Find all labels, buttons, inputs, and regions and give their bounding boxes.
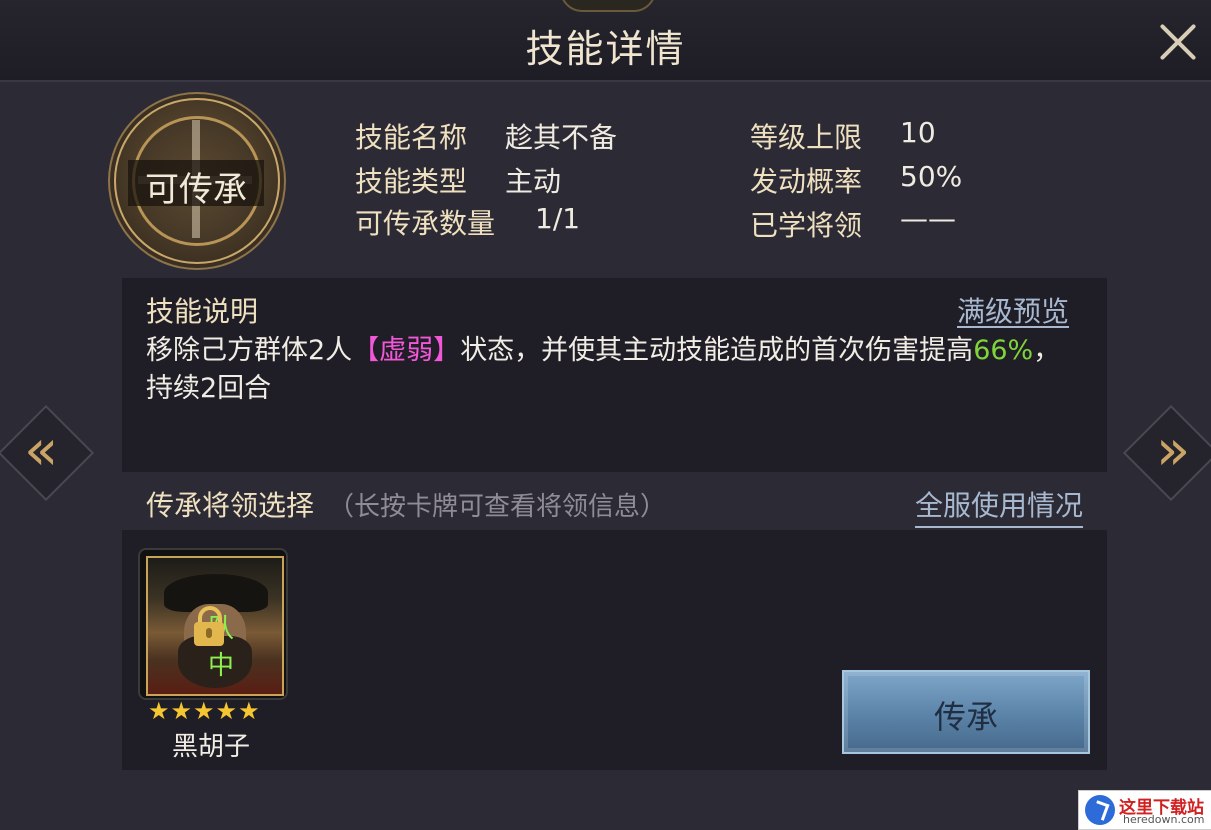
inherit-button-label: 传承 — [933, 698, 998, 736]
site-watermark: 这里下载站 heredown.com — [1078, 790, 1211, 830]
watermark-url: heredown.com — [1123, 813, 1205, 826]
chevron-right-icon: » — [1156, 418, 1191, 483]
desc-part-2: 状态，并使其主动技能造成的首次伤害提高 — [460, 335, 974, 366]
max-level-preview-link[interactable]: 满级预览 — [957, 290, 1069, 330]
general-name: 黑胡子 — [171, 732, 250, 762]
header-bar: 技能详情 — [0, 0, 1211, 82]
page-title: 技能详情 — [525, 27, 686, 71]
lock-icon — [194, 606, 224, 646]
level-cap-label: 等级上限 — [750, 121, 863, 154]
chevron-left-icon: « — [24, 418, 59, 483]
skill-name-value: 趁其不备 — [505, 121, 618, 154]
inherit-count-label: 可传承数量 — [355, 207, 496, 240]
description-text: 移除己方群体2人【虚弱】状态，并使其主动技能造成的首次伤害提高66%，持续2回合 — [146, 332, 1086, 408]
close-button[interactable] — [1152, 16, 1204, 68]
learned-generals-label: 已学将领 — [750, 209, 863, 242]
description-title: 技能说明 — [146, 295, 259, 328]
skill-name-label: 技能名称 — [355, 121, 468, 154]
inherit-count-value: 1/1 — [535, 202, 581, 235]
inherit-button[interactable]: 传承 — [842, 670, 1090, 754]
learned-generals-value: —— — [900, 202, 956, 235]
header-ornament — [560, 0, 656, 12]
inherit-section-title: 传承将领选择 — [146, 489, 315, 522]
desc-part-1: 移除己方群体2人 — [146, 335, 353, 366]
server-usage-link[interactable]: 全服使用情况 — [915, 484, 1084, 528]
trigger-chance-label: 发动概率 — [750, 165, 863, 198]
inheritable-badge: 可传承 — [114, 98, 280, 264]
star-rating: ★★★★★ — [148, 697, 261, 725]
desc-keyword: 【虚弱】 — [352, 335, 461, 366]
desc-highlight: 66% — [973, 335, 1034, 366]
site-logo-icon — [1085, 795, 1115, 825]
inherit-hint: （长按卡牌可查看将领信息） — [328, 492, 667, 522]
trigger-chance-value: 50% — [900, 160, 963, 193]
skill-type-label: 技能类型 — [355, 165, 468, 198]
skill-type-value: 主动 — [505, 165, 562, 198]
level-cap-value: 10 — [900, 116, 936, 149]
general-card[interactable]: 队中 — [138, 548, 288, 700]
badge-label: 可传承 — [145, 170, 247, 210]
